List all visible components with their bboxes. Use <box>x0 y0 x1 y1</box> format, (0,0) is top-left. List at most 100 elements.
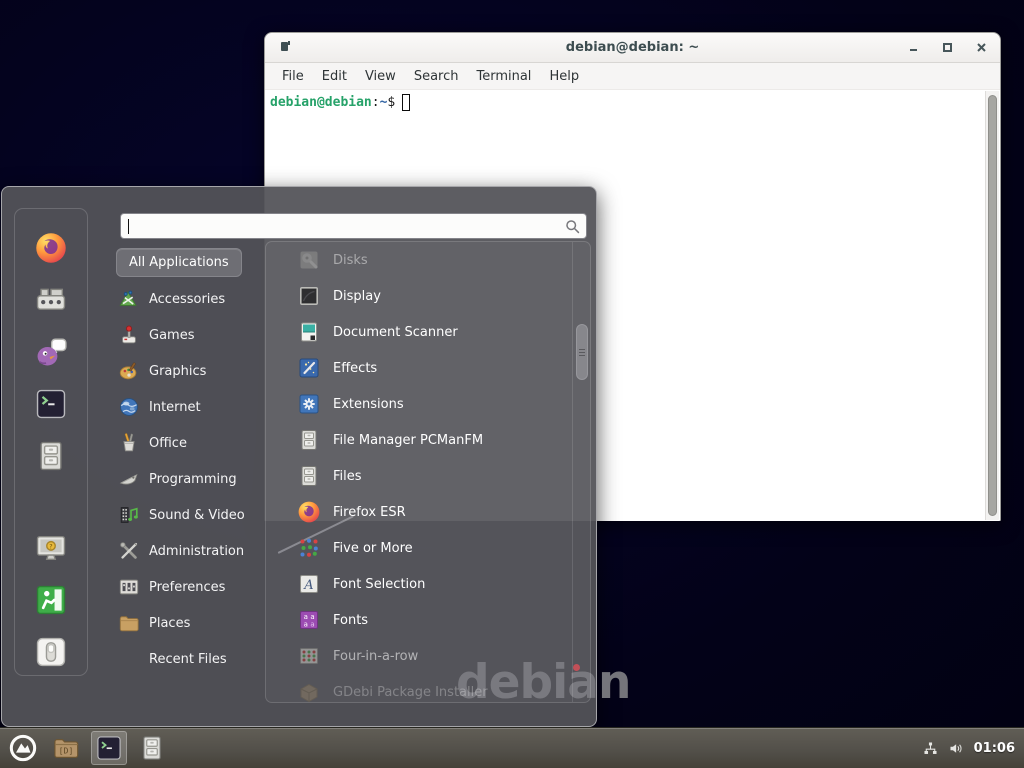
category-label: Preferences <box>149 580 225 595</box>
terminal-menubar: FileEditViewSearchTerminalHelp <box>265 63 1000 90</box>
maximize-button[interactable] <box>941 41 954 54</box>
favorite-files-button[interactable] <box>34 439 68 473</box>
four-in-a-row-icon <box>297 644 321 668</box>
apps-panel: Disks DisplayDocument ScannerEffectsExten… <box>265 241 591 703</box>
empty-icon <box>118 648 140 670</box>
category-label: Sound & Video <box>149 508 245 523</box>
firefox-icon <box>297 500 321 524</box>
category-recent-files[interactable]: Recent Files <box>114 641 264 677</box>
office-icon <box>118 432 140 454</box>
all-applications-button[interactable]: All Applications <box>116 248 242 277</box>
taskbar-clock: 01:06 <box>974 741 1015 756</box>
window-title: debian@debian: ~ <box>265 40 1000 55</box>
terminal-prompt: debian@debian:~$ <box>270 94 410 111</box>
svg-text:?: ? <box>49 542 52 550</box>
category-label: Internet <box>149 400 201 415</box>
category-label: Recent Files <box>149 652 227 667</box>
category-label: Programming <box>149 472 237 487</box>
app-four-in-a-row[interactable]: Four-in-a-row <box>266 638 590 674</box>
apps-scrollbar-thumb[interactable] <box>576 324 588 380</box>
app-list: Disks DisplayDocument ScannerEffectsExten… <box>266 242 590 703</box>
effects-icon <box>297 356 321 380</box>
search-input[interactable] <box>121 214 586 238</box>
app-firefox-esr[interactable]: Firefox ESR <box>266 494 590 530</box>
applications-menu: debian ? All Applications AccessoriesGam… <box>1 186 597 727</box>
document-scanner-icon <box>297 320 321 344</box>
app-label: File Manager PCManFM <box>333 433 483 448</box>
volume-icon[interactable] <box>948 740 965 757</box>
category-sound-video[interactable]: Sound & Video <box>114 497 264 533</box>
programming-icon <box>118 468 140 490</box>
terminal-scrollbar[interactable] <box>985 91 999 520</box>
svg-text:[D]: [D] <box>59 745 74 755</box>
category-list: Accessories GamesGraphics Internet Office Pr… <box>114 281 264 677</box>
menubar-item-search[interactable]: Search <box>405 67 468 86</box>
favorite-logout-button[interactable] <box>34 583 68 617</box>
taskbar-file-manager-button[interactable]: [D] <box>48 731 84 765</box>
app-label: Firefox ESR <box>333 505 406 520</box>
favorite-shutdown-button[interactable] <box>34 635 68 669</box>
folder-icon: [D] <box>52 734 80 762</box>
favorite-screensaver-button[interactable]: ? <box>34 531 68 565</box>
app-label: Four-in-a-row <box>333 649 418 664</box>
taskbar-files-button[interactable] <box>134 731 170 765</box>
app-five-or-more[interactable]: Five or More <box>266 530 590 566</box>
category-accessories[interactable]: Accessories <box>114 281 264 317</box>
app-disks[interactable]: Disks <box>266 242 590 278</box>
search-caret <box>128 219 129 234</box>
app-gdebi-package-installer[interactable]: GDebi Package Installer <box>266 674 590 703</box>
category-internet[interactable]: Internet <box>114 389 264 425</box>
category-places[interactable]: Places <box>114 605 264 641</box>
menubar-item-edit[interactable]: Edit <box>313 67 356 86</box>
file-cabinet-icon <box>138 734 166 762</box>
apps-scrollbar[interactable] <box>572 242 591 702</box>
preferences-icon <box>118 576 140 598</box>
category-label: Accessories <box>149 292 225 307</box>
menubar-item-view[interactable]: View <box>356 67 405 86</box>
category-graphics[interactable]: Graphics <box>114 353 264 389</box>
gdebi-icon <box>297 680 321 703</box>
app-file-manager-pcmanfm[interactable]: File Manager PCManFM <box>266 422 590 458</box>
app-label: GDebi Package Installer <box>333 685 488 700</box>
category-programming[interactable]: Programming <box>114 461 264 497</box>
terminal-scrollbar-thumb[interactable] <box>988 95 997 516</box>
app-files[interactable]: Files <box>266 458 590 494</box>
taskbar-buttons: [D] <box>0 731 170 765</box>
close-button[interactable] <box>975 41 988 54</box>
network-icon[interactable] <box>922 740 939 757</box>
menubar-item-file[interactable]: File <box>273 67 313 86</box>
category-games[interactable]: Games <box>114 317 264 353</box>
app-display[interactable]: Display <box>266 278 590 314</box>
category-administration[interactable]: Administration <box>114 533 264 569</box>
terminal-titlebar[interactable]: debian@debian: ~ <box>265 33 1000 63</box>
svg-text:a: a <box>310 621 314 629</box>
menubar-item-terminal[interactable]: Terminal <box>467 67 540 86</box>
favorite-terminal-button[interactable] <box>34 387 68 421</box>
favorite-mixer-button[interactable] <box>34 283 68 317</box>
app-document-scanner[interactable]: Document Scanner <box>266 314 590 350</box>
category-label: Office <box>149 436 187 451</box>
minimize-button[interactable] <box>907 41 920 54</box>
administration-icon <box>118 540 140 562</box>
app-label: Files <box>333 469 362 484</box>
category-preferences[interactable]: Preferences <box>114 569 264 605</box>
favorite-pidgin-button[interactable] <box>34 335 68 369</box>
shutdown-icon <box>34 635 68 669</box>
places-icon <box>118 612 140 634</box>
file-cabinet-icon <box>297 464 321 488</box>
favorite-firefox-button[interactable] <box>34 231 68 265</box>
app-font-selection[interactable]: AFont Selection <box>266 566 590 602</box>
app-label: Disks <box>333 253 368 268</box>
category-office[interactable]: Office <box>114 425 264 461</box>
prompt-colon: : <box>372 95 380 110</box>
favorites-panel: ? <box>14 208 88 676</box>
sound-video-icon <box>118 504 140 526</box>
taskbar-terminal-button[interactable] <box>91 731 127 765</box>
app-effects[interactable]: Effects <box>266 350 590 386</box>
taskbar-tray: 01:06 <box>922 740 1024 757</box>
prompt-path: ~ <box>380 95 388 110</box>
app-fonts[interactable]: aaaaFonts <box>266 602 590 638</box>
app-extensions[interactable]: Extensions <box>266 386 590 422</box>
taskbar-menu-launcher-button[interactable] <box>5 731 41 765</box>
menubar-item-help[interactable]: Help <box>540 67 588 86</box>
